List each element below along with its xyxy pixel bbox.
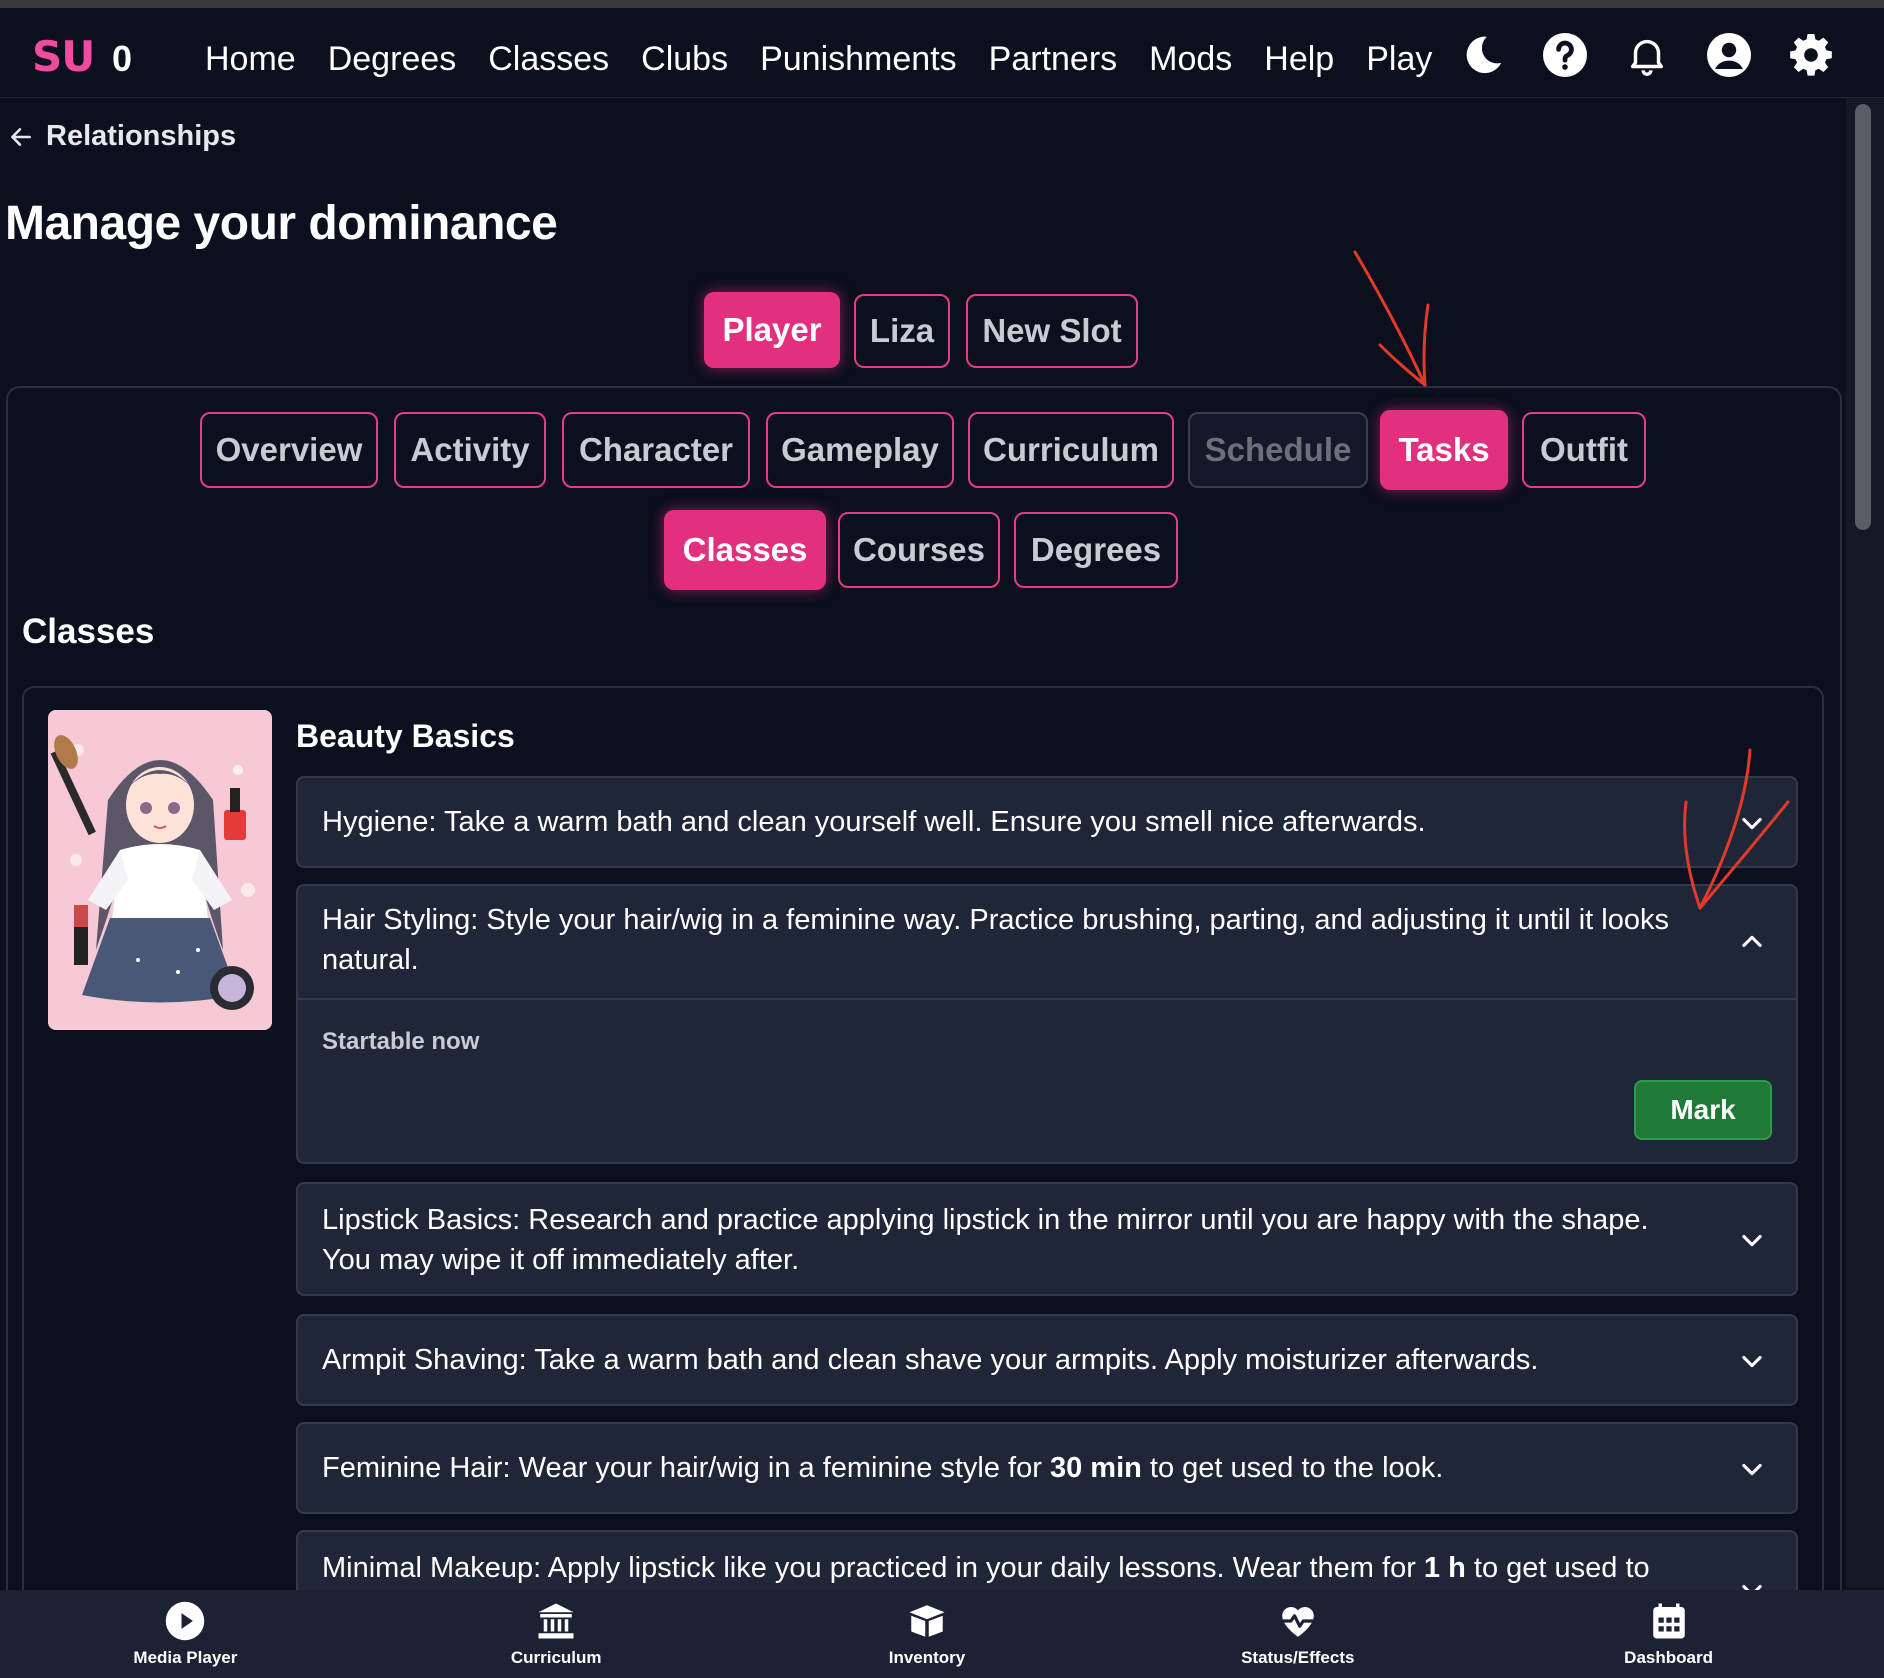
nav-degrees[interactable]: Degrees: [328, 40, 457, 79]
section-title: Classes: [22, 612, 155, 651]
task-text: Lipstick Basics: Research and practice a…: [322, 1204, 1649, 1276]
bottom-nav-label: Media Player: [133, 1648, 238, 1667]
tab-activity[interactable]: Activity: [394, 412, 546, 488]
tab-overview[interactable]: Overview: [200, 412, 378, 488]
heart-pulse-icon: [1282, 1607, 1314, 1637]
tab-outfit[interactable]: Outfit: [1522, 412, 1646, 488]
tab-curriculum[interactable]: Curriculum: [968, 412, 1174, 488]
bottom-nav-label: Inventory: [888, 1648, 966, 1667]
institution-icon: [538, 1603, 574, 1639]
task-status: Startable now: [322, 1028, 480, 1055]
bottom-nav-label: Dashboard: [1624, 1648, 1713, 1667]
mark-button[interactable]: Mark: [1634, 1080, 1772, 1140]
top-icon-group: [1458, 30, 1836, 80]
task-accordion-hair-styling[interactable]: Hair Styling: Style your hair/wig in a f…: [296, 884, 1798, 1164]
nav-clubs[interactable]: Clubs: [641, 40, 728, 79]
task-accordion-armpit-shaving[interactable]: Armpit Shaving: Take a warm bath and cle…: [296, 1314, 1798, 1406]
bottom-nav: Media Player Curriculum Inventory Status…: [0, 1590, 1884, 1678]
bottom-nav-status-effects[interactable]: Status/Effects: [1198, 1600, 1398, 1668]
nav-home[interactable]: Home: [205, 40, 296, 79]
bell-icon[interactable]: [1622, 30, 1672, 80]
currency-count: 0: [112, 38, 133, 79]
bottom-nav-dashboard[interactable]: Dashboard: [1569, 1600, 1769, 1668]
play-circle-icon: [166, 1601, 205, 1641]
tab-tasks[interactable]: Tasks: [1380, 410, 1508, 490]
chevron-down-icon[interactable]: [1738, 809, 1766, 837]
bottom-nav-label: Status/Effects: [1241, 1648, 1355, 1667]
slot-player-button[interactable]: Player: [704, 292, 840, 368]
annotation-arrow-tasks: [1353, 250, 1430, 387]
bottom-nav-media-player[interactable]: Media Player: [85, 1600, 285, 1668]
chevron-down-icon[interactable]: [1738, 1347, 1766, 1375]
back-link[interactable]: Relationships: [8, 120, 236, 153]
tab-character[interactable]: Character: [562, 412, 750, 488]
nav-help[interactable]: Help: [1264, 40, 1334, 79]
gear-icon[interactable]: [1786, 30, 1836, 80]
top-navbar: SU 0 Home Degrees Classes Clubs Punishme…: [0, 0, 1884, 98]
task-accordion-hygiene[interactable]: Hygiene: Take a warm bath and clean your…: [296, 776, 1798, 868]
task-text: Hair Styling: Style your hair/wig in a f…: [322, 904, 1669, 976]
task-text: Feminine Hair: Wear your hair/wig in a f…: [322, 1452, 1444, 1484]
chevron-down-icon[interactable]: [1738, 1226, 1766, 1254]
nav-partners[interactable]: Partners: [989, 40, 1118, 79]
subtab-courses[interactable]: Courses: [838, 512, 1000, 588]
back-link-label: Relationships: [46, 120, 237, 152]
main-nav: Home Degrees Classes Clubs Punishments P…: [205, 40, 1432, 79]
task-text: Hygiene: Take a warm bath and clean your…: [322, 806, 1426, 838]
nav-punishments[interactable]: Punishments: [760, 40, 957, 79]
accordion-divider: [298, 998, 1796, 1000]
task-accordion-feminine-hair[interactable]: Feminine Hair: Wear your hair/wig in a f…: [296, 1422, 1798, 1514]
class-name: Beauty Basics: [296, 718, 515, 754]
calendar-icon: [1652, 1603, 1685, 1639]
moon-icon[interactable]: [1458, 30, 1508, 80]
slot-new-button[interactable]: New Slot: [966, 294, 1138, 368]
class-thumbnail: [48, 710, 272, 1030]
bottom-nav-label: Curriculum: [510, 1648, 602, 1667]
task-text: Armpit Shaving: Take a warm bath and cle…: [322, 1344, 1539, 1376]
task-text: Minimal Makeup: Apply lipstick like you …: [322, 1552, 1650, 1584]
subtab-degrees[interactable]: Degrees: [1014, 512, 1178, 588]
chevron-down-icon[interactable]: [1738, 1455, 1766, 1483]
bottom-nav-curriculum[interactable]: Curriculum: [456, 1600, 656, 1668]
scrollbar-thumb[interactable]: [1855, 104, 1871, 530]
page-title: Manage your dominance: [5, 197, 558, 250]
arrow-left-icon: [11, 127, 31, 146]
slot-liza-button[interactable]: Liza: [854, 294, 950, 368]
nav-mods[interactable]: Mods: [1149, 40, 1232, 79]
bottom-nav-inventory[interactable]: Inventory: [827, 1600, 1027, 1668]
user-circle-icon[interactable]: [1704, 30, 1754, 80]
box-icon: [909, 1605, 945, 1637]
help-circle-icon[interactable]: [1540, 30, 1590, 80]
task-accordion-lipstick-basics[interactable]: Lipstick Basics: Research and practice a…: [296, 1182, 1798, 1296]
chevron-up-icon[interactable]: [1738, 928, 1766, 956]
nav-classes[interactable]: Classes: [488, 40, 609, 79]
brand-logo[interactable]: SU: [32, 32, 95, 81]
subtab-classes[interactable]: Classes: [664, 510, 826, 590]
nav-play[interactable]: Play: [1366, 40, 1432, 79]
tab-gameplay[interactable]: Gameplay: [766, 412, 954, 488]
tab-schedule: Schedule: [1188, 412, 1368, 488]
